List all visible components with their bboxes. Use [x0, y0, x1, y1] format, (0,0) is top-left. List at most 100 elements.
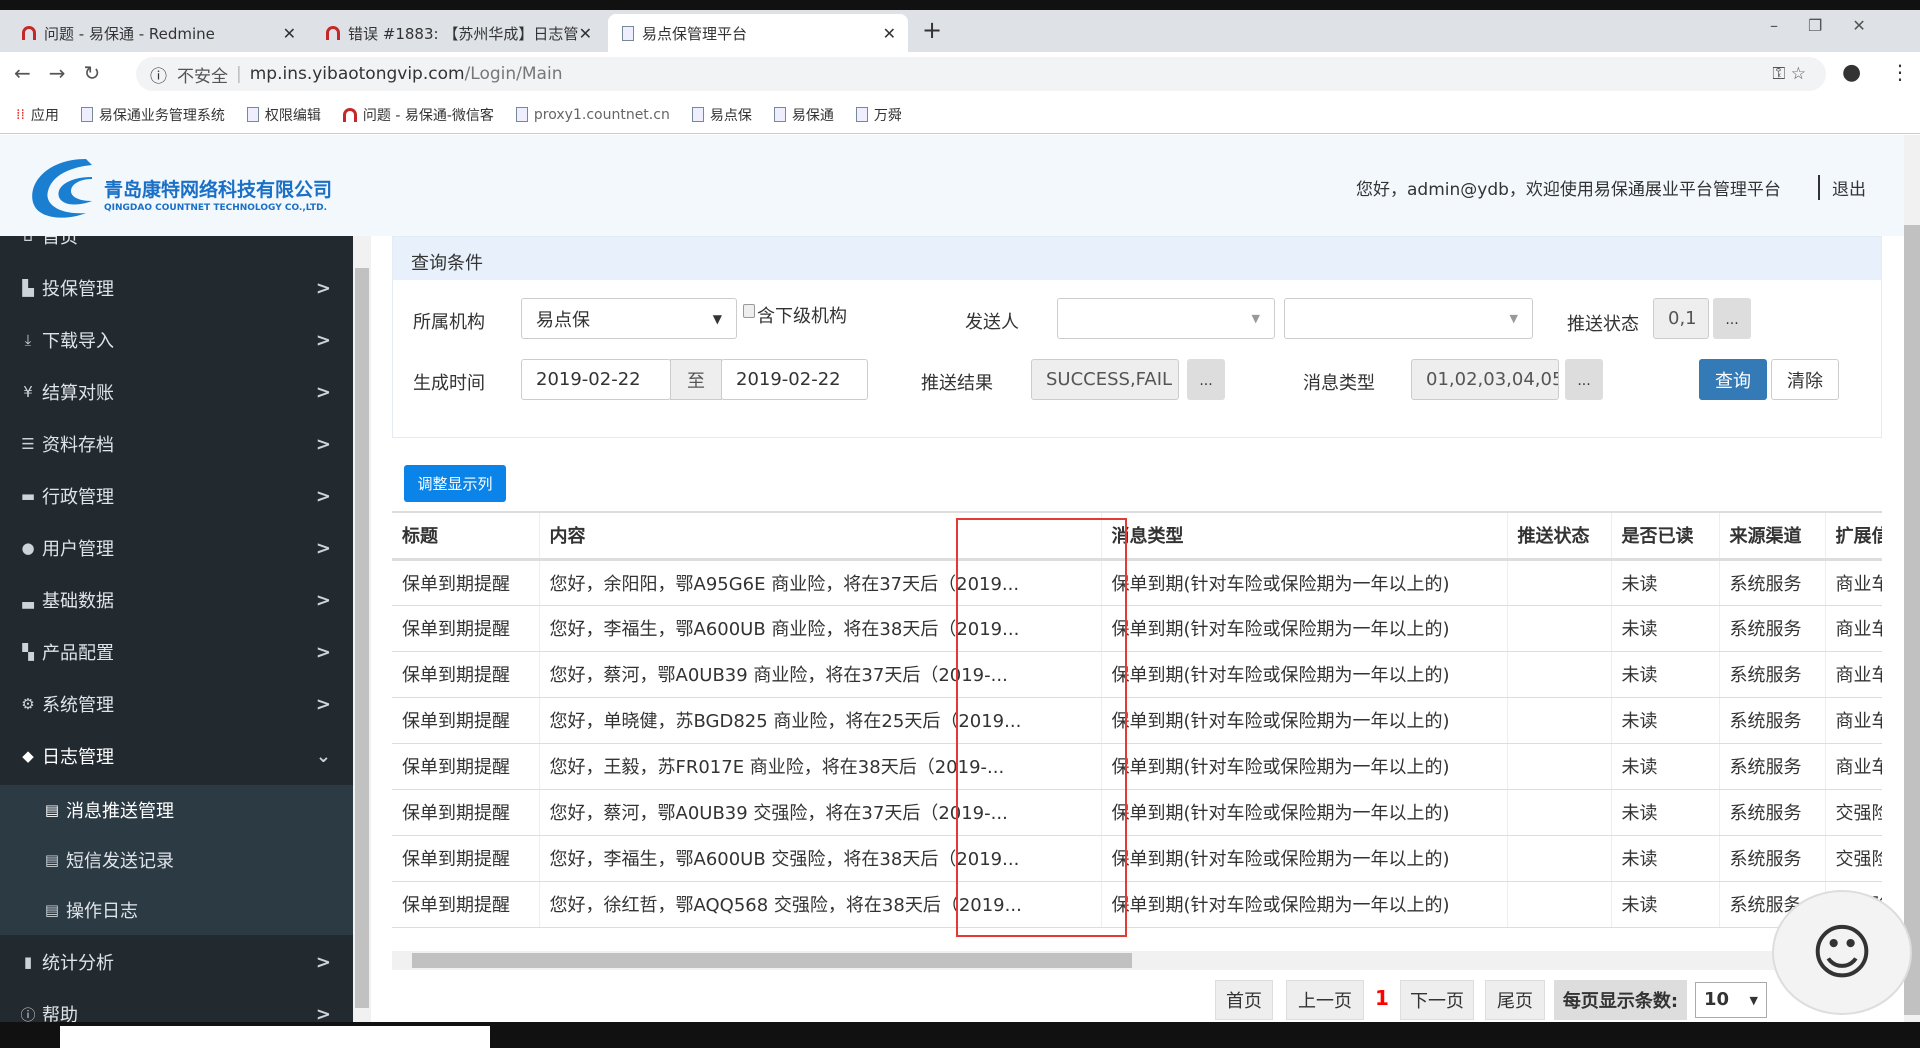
column-header[interactable]: 扩展信: [1825, 513, 1882, 561]
table-cell: 商业车: [1825, 559, 1882, 606]
time-label: 生成时间: [413, 373, 485, 394]
first-page-button[interactable]: 首页: [1215, 980, 1273, 1020]
sender-select-1[interactable]: ▼: [1057, 298, 1275, 339]
per-page-select[interactable]: 10 ▼: [1695, 982, 1767, 1018]
logout-link[interactable]: 退出: [1818, 175, 1866, 200]
caret-down-icon: ▼: [1749, 994, 1758, 1007]
apps-icon: ⁞⁞: [16, 106, 25, 123]
sidebar-item-archive[interactable]: ☰ 资料存档 >: [0, 418, 353, 470]
browser-tab[interactable]: 错误 #1883: 【苏州华成】日志管 ✕: [312, 14, 604, 52]
push-result-input[interactable]: SUCCESS,FAIL: [1031, 359, 1179, 400]
table-row[interactable]: 保单到期提醒 您好，徐红哲，鄂AQQ568 交强险，将在38天后（2019... 保…: [392, 881, 1882, 928]
table-row[interactable]: 保单到期提醒 您好，余阳阳，鄂A95G6E 商业险，将在37天后（2019... 保…: [392, 559, 1882, 606]
table-cell: 保单到期提醒: [392, 559, 540, 606]
sidebar-item-admin[interactable]: ▬ 行政管理 >: [0, 470, 353, 522]
chevron-right-icon: >: [315, 485, 331, 507]
table-row[interactable]: 保单到期提醒 您好，蔡河，鄂A0UB39 交强险，将在37天后（2019-... 保…: [392, 789, 1882, 836]
table-cell: 保单到期(针对车险或保险期为一年以上的): [1101, 789, 1508, 836]
adjust-columns-button[interactable]: 调整显示列: [404, 465, 506, 502]
column-header[interactable]: 是否已读: [1611, 513, 1720, 561]
table-cell: 系统服务: [1719, 789, 1826, 836]
bookmark[interactable]: 万舜: [855, 105, 902, 125]
include-sub-checkbox[interactable]: [743, 304, 755, 318]
browser-tab[interactable]: 问题 - 易保通 - Redmine ✕: [8, 14, 308, 52]
menu-icon[interactable]: ⋮: [1890, 60, 1910, 84]
last-page-button[interactable]: 尾页: [1485, 980, 1545, 1020]
sidebar-item-insure[interactable]: ▙ 投保管理 >: [0, 262, 353, 314]
bookmark[interactable]: 易保通业务管理系统: [80, 105, 225, 125]
files-icon: ▚: [22, 643, 34, 661]
column-header[interactable]: 推送状态: [1507, 513, 1612, 561]
close-tab-icon[interactable]: ✕: [283, 24, 296, 43]
table-cell: 交强险: [1825, 789, 1882, 836]
caret-down-icon: ▼: [712, 311, 722, 326]
search-button[interactable]: 查询: [1699, 359, 1767, 400]
sidebar-item-logs[interactable]: ◆ 日志管理 ⌄: [0, 730, 353, 782]
sidebar-item-download[interactable]: ⤓ 下载导入 >: [0, 314, 353, 366]
url-input[interactable]: ⓘ 不安全 | mp.ins.yibaotongvip.com/Login/Mai…: [136, 57, 1826, 91]
msg-type-label: 消息类型: [1303, 373, 1375, 394]
sidebar-item-product[interactable]: ▚ 产品配置 >: [0, 626, 353, 678]
caret-down-icon: ▼: [1509, 312, 1518, 325]
table-row[interactable]: 保单到期提醒 您好，单晓健，苏BGD825 商业险，将在25天后（2019... 保…: [392, 697, 1882, 744]
window-controls-icon[interactable]: –❐✕: [1770, 16, 1896, 35]
new-tab-icon[interactable]: +: [922, 16, 942, 44]
browser-tab-active[interactable]: 易点保管理平台 ✕: [608, 14, 908, 52]
message-table: 标题 内容 消息类型 推送状态 是否已读 来源渠道 扩展信 保单到期提醒您好，余…: [392, 513, 1882, 928]
sidebar-item-home[interactable]: ⌂ 首页: [0, 236, 353, 262]
table-cell: 未读: [1611, 651, 1720, 698]
msg-type-picker-button[interactable]: ...: [1565, 359, 1603, 400]
sidebar-item-help[interactable]: ⓘ 帮助 >: [0, 988, 353, 1023]
column-header[interactable]: 消息类型: [1101, 513, 1508, 561]
sidebar-item-stats[interactable]: ▮ 统计分析 >: [0, 936, 353, 988]
table-cell: [1507, 881, 1612, 928]
profile-icon[interactable]: ●: [1842, 60, 1861, 85]
chevron-right-icon: >: [315, 433, 331, 455]
sender-select-2[interactable]: ▼: [1284, 298, 1533, 339]
close-tab-icon[interactable]: ✕: [579, 24, 592, 43]
table-row[interactable]: 保单到期提醒 您好，蔡河，鄂A0UB39 商业险，将在37天后（2019-... 保…: [392, 651, 1882, 698]
nav-buttons-icon[interactable]: ←→↻: [14, 61, 118, 85]
msg-type-input[interactable]: 01,02,03,04,05: [1411, 359, 1559, 400]
close-tab-icon[interactable]: ✕: [883, 24, 896, 43]
yen-icon: ¥: [23, 383, 33, 401]
sidebar-scrollbar[interactable]: [353, 236, 371, 1022]
bookmark[interactable]: proxy1.countnet.cn: [515, 107, 670, 123]
push-result-picker-button[interactable]: ...: [1187, 359, 1225, 400]
list-icon: ▤: [44, 851, 60, 869]
column-header[interactable]: 来源渠道: [1719, 513, 1826, 561]
sidebar-subitem-operation-log[interactable]: ▤ 操作日志: [0, 885, 353, 935]
page-scrollbar[interactable]: [1904, 135, 1920, 1022]
sidebar-item-users[interactable]: ● 用户管理 >: [0, 522, 353, 574]
gear-icon: ⚙: [21, 695, 35, 713]
org-select[interactable]: 易点保 ▼: [521, 298, 737, 339]
current-page: 1: [1375, 986, 1389, 1010]
key-star-icon[interactable]: ⚿ ☆: [1772, 64, 1806, 84]
sidebar-subitem-sms-log[interactable]: ▤ 短信发送记录: [0, 835, 353, 885]
date-from-input[interactable]: 2019-02-22: [521, 359, 671, 400]
sidebar-subitem-message-push[interactable]: ▤ 消息推送管理: [0, 785, 353, 835]
sidebar-item-basedata[interactable]: ▃ 基础数据 >: [0, 574, 353, 626]
bookmark[interactable]: 权限编辑: [246, 105, 321, 125]
table-row[interactable]: 保单到期提醒 您好，李福生，鄂A600UB 商业险，将在38天后（2019... 保…: [392, 605, 1882, 652]
table-horizontal-scrollbar[interactable]: [392, 951, 1882, 970]
bookmark[interactable]: 易保通: [773, 105, 834, 125]
table-row[interactable]: 保单到期提醒 您好，李福生，鄂A600UB 交强险，将在38天后（2019... 保…: [392, 835, 1882, 882]
table-cell: 保单到期提醒: [392, 789, 540, 836]
clear-button[interactable]: 清除: [1771, 359, 1839, 400]
date-to-input[interactable]: 2019-02-22: [721, 359, 868, 400]
mascot-ime-icon[interactable]: ☺: [1772, 890, 1912, 1015]
push-status-picker-button[interactable]: ...: [1713, 298, 1751, 339]
sidebar-item-settlement[interactable]: ¥ 结算对账 >: [0, 366, 353, 418]
table-cell: [1507, 789, 1612, 836]
bookmark-apps[interactable]: ⁞⁞ 应用: [16, 105, 59, 125]
push-status-input[interactable]: 0,1: [1653, 298, 1709, 339]
download-icon: ⤓: [24, 331, 32, 349]
prev-page-button[interactable]: 上一页: [1286, 980, 1364, 1020]
table-row[interactable]: 保单到期提醒 您好，王毅，苏FR017E 商业险，将在38天后（2019-... 保…: [392, 743, 1882, 790]
sidebar-item-system[interactable]: ⚙ 系统管理 >: [0, 678, 353, 730]
column-header[interactable]: 标题: [392, 513, 540, 561]
bookmark[interactable]: 易点保: [691, 105, 752, 125]
next-page-button[interactable]: 下一页: [1400, 980, 1474, 1020]
bookmark[interactable]: 问题 - 易保通-微信客: [342, 105, 494, 125]
